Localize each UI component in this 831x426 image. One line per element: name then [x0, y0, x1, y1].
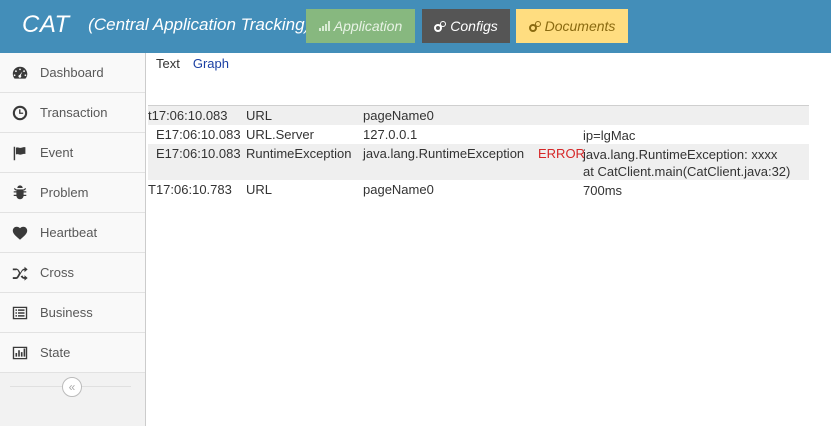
table-row: t17:06:10.083 URL pageName0 — [148, 106, 809, 125]
shuffle-icon — [10, 263, 30, 283]
dashboard-icon — [10, 63, 30, 83]
sidebar-item-cross[interactable]: Cross — [0, 253, 145, 293]
tab-graph[interactable]: Graph — [193, 56, 229, 71]
sidebar-item-label: Cross — [40, 265, 74, 280]
sidebar-item-problem[interactable]: Problem — [0, 173, 145, 213]
brand[interactable]: CAT (Central Application Tracking) — [22, 11, 310, 39]
application-button[interactable]: Application — [306, 9, 415, 43]
sidebar-item-label: State — [40, 345, 71, 360]
bug-icon — [10, 183, 30, 203]
sidebar-item-label: Transaction — [40, 105, 108, 120]
list-icon — [10, 303, 30, 323]
sidebar-item-label: Dashboard — [40, 65, 104, 80]
sidebar-item-event[interactable]: Event — [0, 133, 145, 173]
application-button-label: Application — [333, 18, 403, 34]
table-row: E17:06:10.083 URL.Server 127.0.0.1 ip=lg… — [148, 125, 809, 144]
row-type: URL — [246, 182, 273, 197]
sidebar-item-dashboard[interactable]: Dashboard — [0, 53, 145, 93]
row-data-line: java.lang.RuntimeException: xxxx — [583, 147, 778, 162]
sidebar: Dashboard Transaction Event Problem Hear… — [0, 53, 146, 426]
table-row: T17:06:10.783 URL pageName0 700ms — [148, 180, 809, 199]
row-type: URL.Server — [246, 127, 314, 142]
row-name: java.lang.RuntimeException — [363, 146, 525, 161]
bar-chart-icon — [10, 343, 30, 363]
row-data: ip=lgMac — [583, 128, 636, 143]
heart-icon — [10, 223, 30, 243]
row-data: 700ms — [583, 183, 623, 198]
brand-title: CAT — [22, 11, 70, 38]
sidebar-item-label: Event — [40, 145, 74, 160]
sidebar-item-state[interactable]: State — [0, 333, 145, 373]
sidebar-item-label: Heartbeat — [40, 225, 98, 240]
sidebar-item-transaction[interactable]: Transaction — [0, 93, 145, 133]
cogs-icon — [528, 20, 541, 32]
collapse-sidebar-button[interactable]: « — [62, 377, 82, 397]
configs-button[interactable]: Configs — [422, 9, 510, 43]
row-name: 127.0.0.1 — [363, 127, 418, 142]
cogs-icon — [434, 20, 447, 32]
sidebar-item-label: Problem — [40, 185, 89, 200]
clock-icon — [10, 103, 30, 123]
row-name: pageName0 — [363, 182, 434, 197]
message-tree-table: t17:06:10.083 URL pageName0 E17:06:10.08… — [148, 105, 809, 199]
brand-subtitle: (Central Application Tracking) — [88, 15, 311, 34]
view-tabs: Text Graph — [156, 56, 229, 71]
signal-icon — [318, 21, 330, 31]
configs-button-label: Configs — [450, 18, 498, 34]
row-time: t17:06:10.083 — [148, 108, 228, 123]
row-time: E17:06:10.083 — [156, 127, 241, 142]
row-type: URL — [246, 108, 273, 123]
row-time: T17:06:10.783 — [148, 182, 232, 197]
row-time: E17:06:10.083 — [156, 146, 241, 161]
tab-text[interactable]: Text — [156, 56, 180, 71]
sidebar-collapse: « — [0, 373, 145, 401]
sidebar-item-business[interactable]: Business — [0, 293, 145, 333]
row-name: pageName0 — [363, 108, 434, 123]
row-data: java.lang.RuntimeException: xxxx at CatC… — [583, 146, 790, 180]
table-row: E17:06:10.083 RuntimeException java.lang… — [148, 144, 809, 180]
sidebar-item-heartbeat[interactable]: Heartbeat — [0, 213, 145, 253]
top-navbar: CAT (Central Application Tracking) Appli… — [0, 0, 831, 53]
row-data-line: at CatClient.main(CatClient.java:32) — [583, 164, 791, 179]
sidebar-item-label: Business — [40, 305, 93, 320]
documents-button[interactable]: Documents — [516, 9, 628, 43]
status-error: ERROR — [538, 146, 585, 161]
row-type: RuntimeException — [246, 146, 352, 161]
flag-icon — [10, 143, 30, 163]
documents-button-label: Documents — [544, 18, 616, 34]
